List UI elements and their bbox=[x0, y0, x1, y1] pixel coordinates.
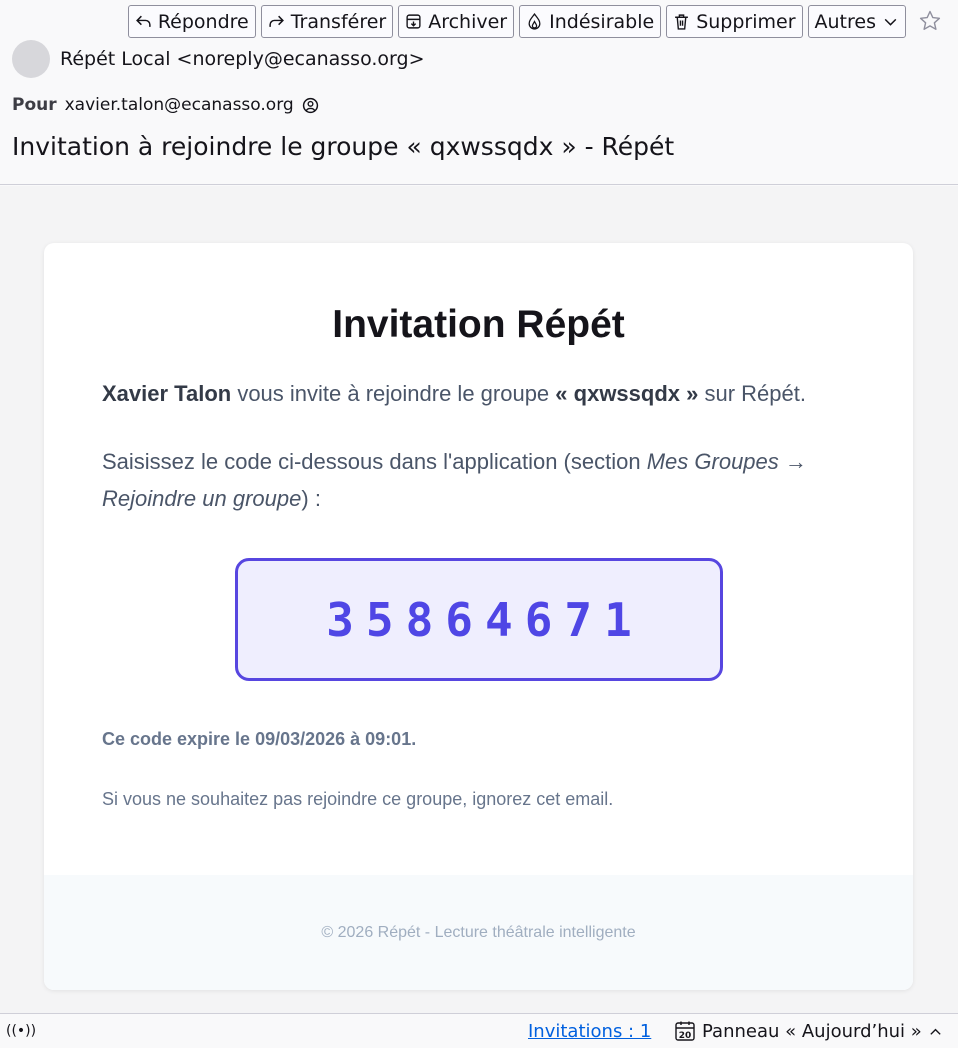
forward-label: Transférer bbox=[290, 10, 387, 33]
sender-row: Répét Local <noreply@ecanasso.org> bbox=[12, 40, 425, 78]
recipient-address[interactable]: xavier.talon@ecanasso.org bbox=[65, 95, 294, 115]
subject: Invitation à rejoindre le groupe « qxwss… bbox=[12, 132, 675, 161]
invite-text-2: sur Répét. bbox=[698, 381, 806, 406]
instruction-text-1: Saisissez le code ci-dessous dans l'appl… bbox=[102, 449, 647, 474]
more-label: Autres bbox=[814, 10, 876, 33]
calendar-icon: 20 bbox=[675, 1021, 695, 1041]
invite-text-1: vous invite à rejoindre le groupe bbox=[231, 381, 556, 406]
junk-icon bbox=[528, 13, 541, 30]
expiry-notice: Ce code expire le 09/03/2026 à 09:01. bbox=[102, 729, 417, 749]
online-status-icon[interactable]: ((•)) bbox=[6, 1023, 36, 1039]
message-header: Répondre Transférer Archiver Indésirable… bbox=[0, 0, 958, 185]
message-toolbar: Répondre Transférer Archiver Indésirable… bbox=[127, 5, 906, 38]
group-name: « qxwssqdx » bbox=[555, 381, 699, 406]
chevron-up-icon bbox=[930, 1028, 941, 1035]
status-bar: ((•)) Invitations : 1 20 Panneau « Aujou… bbox=[0, 1013, 958, 1048]
reply-button[interactable]: Répondre bbox=[127, 5, 256, 38]
today-pane-toggle[interactable]: 20 Panneau « Aujourd’hui » bbox=[674, 1020, 943, 1042]
archive-icon bbox=[406, 14, 421, 29]
avatar bbox=[12, 40, 50, 78]
delete-button[interactable]: Supprimer bbox=[666, 5, 803, 38]
today-pane-label: Panneau « Aujourd’hui » bbox=[702, 1020, 922, 1042]
junk-button[interactable]: Indésirable bbox=[519, 5, 662, 38]
to-label: Pour bbox=[12, 95, 57, 115]
email-title: Invitation Répét bbox=[332, 303, 625, 346]
junk-label: Indésirable bbox=[549, 10, 655, 33]
forward-button[interactable]: Transférer bbox=[260, 5, 394, 38]
recipient-row: Pour xavier.talon@ecanasso.org bbox=[12, 95, 319, 115]
star-icon[interactable] bbox=[918, 9, 942, 33]
invitations-link[interactable]: Invitations : 1 bbox=[528, 1021, 651, 1042]
message-body: Invitation Répét Xavier Talon vous invit… bbox=[0, 186, 958, 1013]
archive-label: Archiver bbox=[428, 10, 508, 33]
calendar-day: 20 bbox=[679, 1031, 692, 1041]
reply-icon bbox=[135, 15, 151, 27]
instruction-paragraph: Saisissez le code ci-dessous dans l'appl… bbox=[102, 443, 862, 517]
delete-label: Supprimer bbox=[696, 10, 796, 33]
email-footer: © 2026 Répét - Lecture théâtrale intelli… bbox=[44, 875, 913, 990]
instruction-text-2: ) : bbox=[301, 486, 321, 511]
inviter-name: Xavier Talon bbox=[102, 381, 232, 406]
invite-code-box: 35864671 bbox=[235, 558, 723, 681]
forward-icon bbox=[269, 15, 284, 27]
reply-label: Répondre bbox=[157, 10, 249, 33]
invite-code: 35864671 bbox=[326, 592, 644, 647]
trash-icon bbox=[675, 14, 689, 30]
contact-icon bbox=[302, 97, 318, 113]
email-card: Invitation Répét Xavier Talon vous invit… bbox=[44, 243, 913, 990]
invite-paragraph: Xavier Talon vous invite à rejoindre le … bbox=[102, 375, 862, 412]
sender[interactable]: Répét Local <noreply@ecanasso.org> bbox=[60, 48, 425, 70]
ignore-notice: Si vous ne souhaitez pas rejoindre ce gr… bbox=[102, 789, 614, 809]
archive-button[interactable]: Archiver bbox=[398, 5, 515, 38]
chevron-down-icon bbox=[884, 18, 897, 26]
footer-text: © 2026 Répét - Lecture théâtrale intelli… bbox=[321, 923, 636, 941]
more-button[interactable]: Autres bbox=[807, 5, 906, 38]
